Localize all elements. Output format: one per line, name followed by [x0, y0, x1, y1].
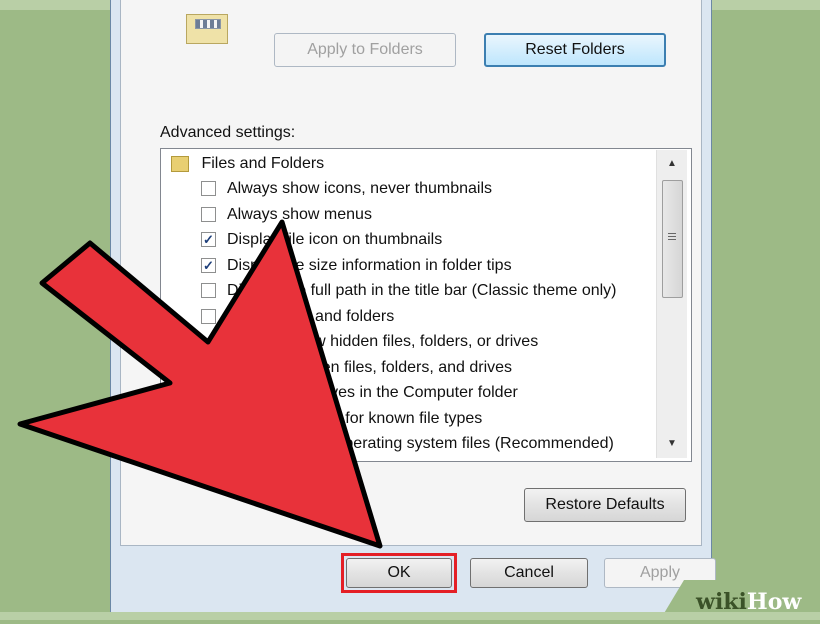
pointer-arrow	[17, 219, 383, 549]
frame-bottom	[0, 612, 820, 620]
pointer-arrow-overlay	[17, 219, 383, 549]
